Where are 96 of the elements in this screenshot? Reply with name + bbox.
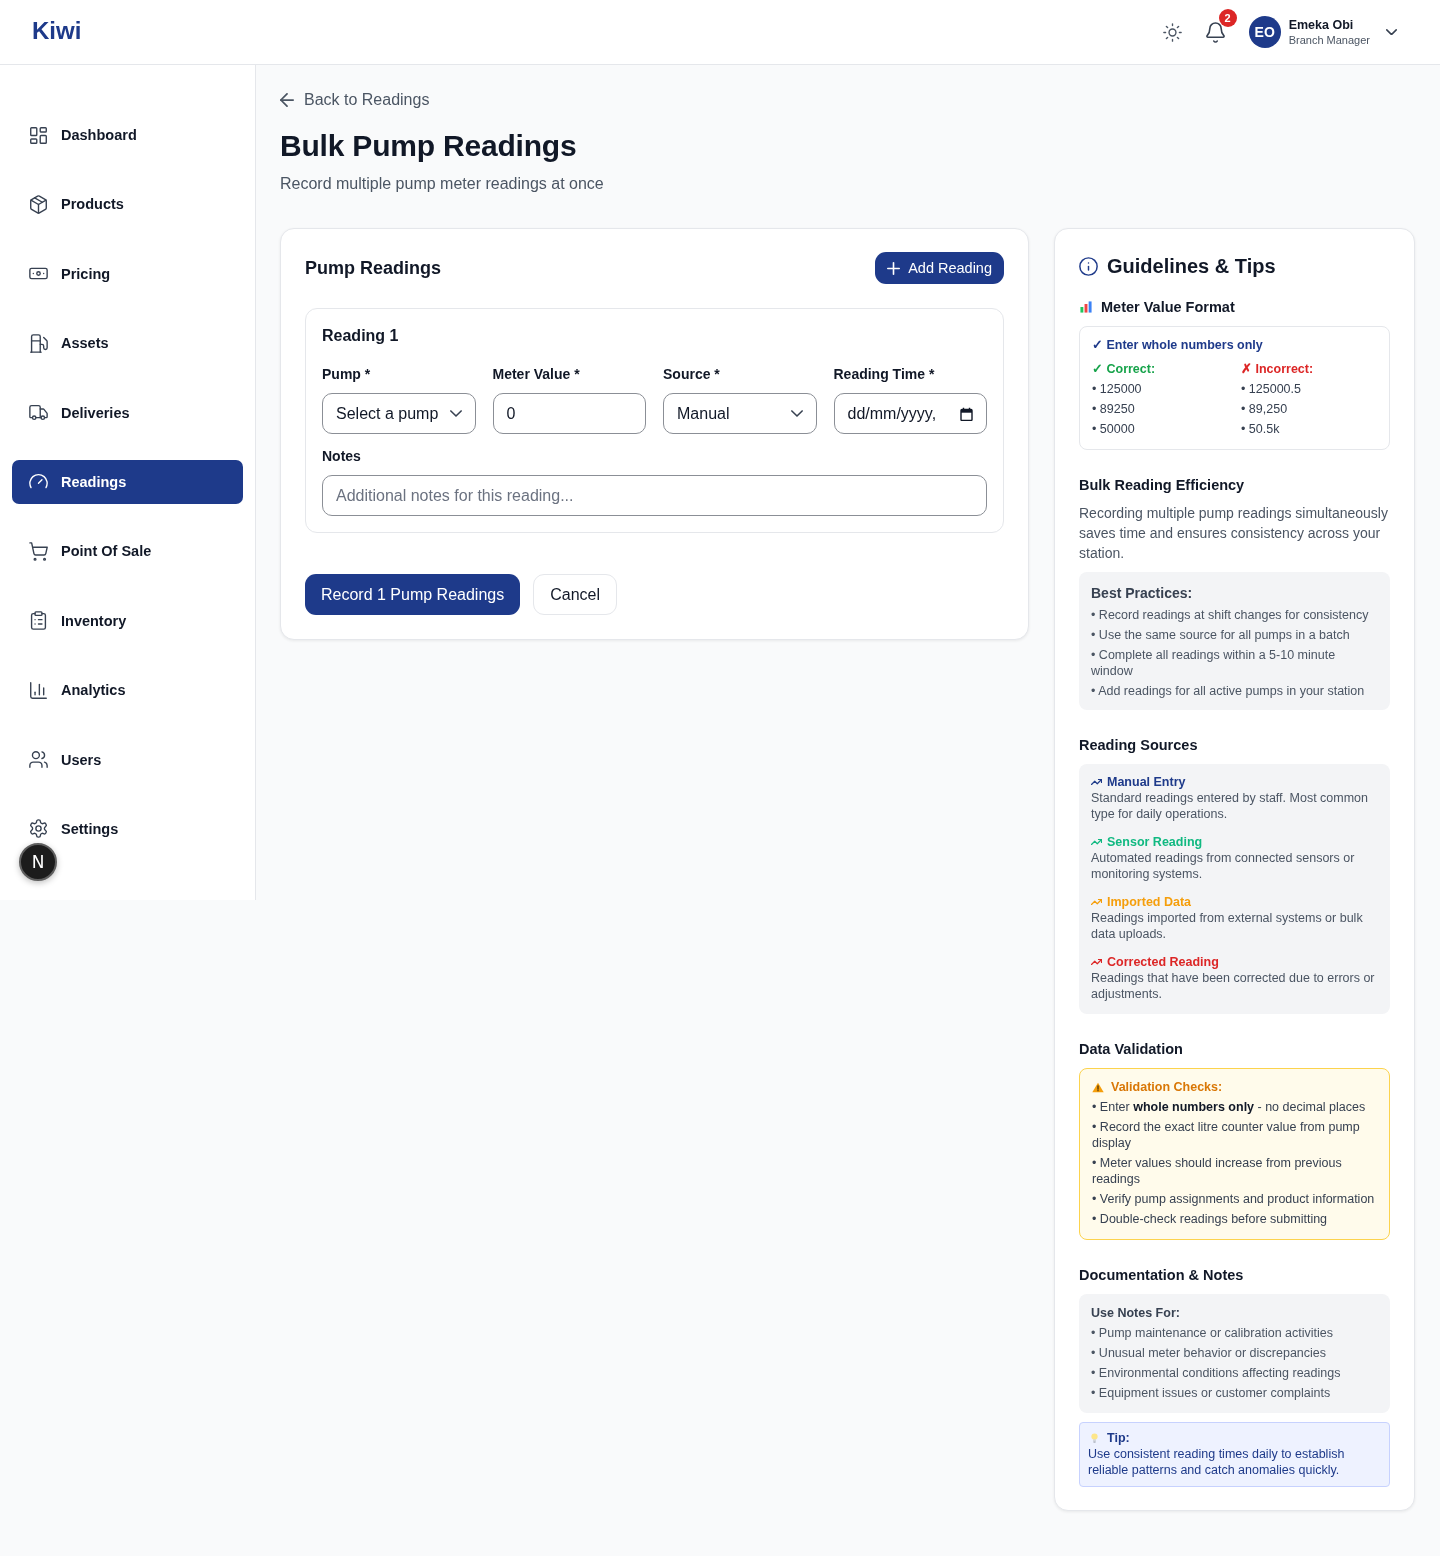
cube-icon bbox=[29, 194, 48, 214]
section-heading: Data Validation bbox=[1079, 1040, 1184, 1059]
list-item: • Verify pump assignments and product information bbox=[1092, 1191, 1376, 1207]
fuel-pump-icon bbox=[29, 333, 48, 353]
settings-icon bbox=[29, 819, 48, 839]
list-item: • Pump maintenance or calibration activities bbox=[1091, 1325, 1334, 1341]
panel-title: Use Notes For: bbox=[1091, 1305, 1181, 1321]
example-value: • 89250 bbox=[1092, 401, 1136, 418]
field-label: Notes bbox=[322, 447, 362, 466]
source-name: Corrected Reading bbox=[1107, 954, 1219, 970]
nav-item[interactable]: Analytics bbox=[12, 668, 243, 713]
tip-text: Use consistent reading times daily to establish reliable patterns and catch anomalies quickly. bbox=[1088, 1446, 1346, 1478]
chevron-down-icon bbox=[790, 410, 803, 417]
field-label: Source * bbox=[663, 365, 721, 384]
notes-field[interactable]: Additional notes for this reading... bbox=[322, 475, 987, 516]
example-heading: ✓ Correct: bbox=[1092, 361, 1157, 377]
page-subtitle: Record multiple pump meter readings at once bbox=[280, 174, 605, 194]
list-item: • Complete all readings within a 5-10 minute window bbox=[1091, 647, 1337, 679]
source-name: Sensor Reading bbox=[1107, 834, 1203, 850]
list-item: • Add readings for all active pumps in your station bbox=[1091, 683, 1366, 699]
select-field[interactable]: Select a pump bbox=[322, 393, 476, 434]
guidelines-title: Guidelines & Tips bbox=[1107, 254, 1276, 279]
chevron-down-icon[interactable] bbox=[1386, 28, 1397, 36]
nav-item[interactable]: Readings bbox=[12, 459, 243, 504]
list-item: • Meter values should increase from previous readings bbox=[1092, 1155, 1343, 1187]
grid-icon bbox=[29, 125, 48, 145]
info-icon bbox=[1079, 256, 1098, 276]
nav-item[interactable]: Point Of Sale bbox=[12, 529, 243, 574]
field-label: Meter Value * bbox=[492, 365, 581, 384]
chevron-down-icon bbox=[449, 410, 462, 417]
list-item: • Enter whole numbers only - no decimal places bbox=[1092, 1099, 1367, 1115]
source-name: Manual Entry bbox=[1107, 774, 1186, 790]
source-description: Readings imported from external systems or bulk data uploads. bbox=[1091, 910, 1364, 942]
add-reading-button[interactable]: Add Reading bbox=[875, 252, 1004, 284]
list-item: • Double-check readings before submitting bbox=[1092, 1211, 1329, 1227]
field-label: Reading Time * bbox=[833, 365, 936, 384]
user-avatar[interactable]: EO bbox=[1248, 16, 1281, 48]
page-title: Bulk Pump Readings bbox=[280, 128, 578, 164]
record-readings-button[interactable]: Record 1 Pump Readings bbox=[305, 574, 521, 615]
clipboard-icon bbox=[29, 611, 48, 631]
field-label: Pump * bbox=[322, 365, 372, 384]
section-text: Recording multiple pump readings simultaneously saves time and ensures consistency across your station. bbox=[1079, 504, 1389, 563]
input-field[interactable]: 0 bbox=[492, 393, 646, 434]
bar-chart-icon bbox=[1080, 301, 1092, 313]
cart-icon bbox=[29, 541, 48, 561]
truck-icon bbox=[29, 403, 48, 423]
warning-icon bbox=[1092, 1081, 1104, 1093]
list-item: • Unusual meter behavior or discrepancies bbox=[1091, 1345, 1328, 1361]
select-field[interactable]: Manual bbox=[663, 393, 817, 434]
reading-title: Reading 1 bbox=[322, 326, 400, 346]
back-link[interactable]: Back to Readings bbox=[280, 89, 430, 111]
list-item: • Equipment issues or customer complaints bbox=[1091, 1385, 1332, 1401]
list-item: • Environmental conditions affecting readings bbox=[1091, 1365, 1342, 1381]
bell-icon[interactable] bbox=[1205, 21, 1225, 43]
date-field[interactable]: dd/mm/yyyy, bbox=[833, 393, 987, 434]
nav-item[interactable]: Deliveries bbox=[12, 390, 243, 435]
users-icon bbox=[29, 750, 48, 769]
lightbulb-icon bbox=[1091, 1433, 1098, 1443]
example-value: • 89,250 bbox=[1241, 401, 1289, 418]
tip-title: Tip: bbox=[1107, 1430, 1130, 1446]
section-heading: Documentation & Notes bbox=[1079, 1266, 1245, 1285]
example-value: • 50000 bbox=[1092, 421, 1136, 438]
notification-badge: 2 bbox=[1218, 8, 1237, 27]
bar-chart-icon bbox=[29, 680, 48, 700]
panel-title: Validation Checks: bbox=[1111, 1079, 1223, 1095]
example-value: • 50.5k bbox=[1241, 421, 1281, 438]
nav-item[interactable]: Users bbox=[12, 737, 243, 782]
user-role: Branch Manager bbox=[1288, 32, 1370, 48]
app-logo[interactable]: Kiwi bbox=[32, 16, 82, 46]
section-heading: Meter Value Format bbox=[1101, 298, 1235, 317]
example-value: • 125000.5 bbox=[1241, 381, 1302, 398]
source-description: Standard readings entered by staff. Most common type for daily operations. bbox=[1091, 790, 1369, 822]
nav-item[interactable]: Products bbox=[12, 182, 243, 227]
section-heading: Reading Sources bbox=[1079, 736, 1199, 755]
calendar-icon bbox=[960, 406, 973, 421]
cancel-button[interactable]: Cancel bbox=[533, 574, 618, 615]
source-name: Imported Data bbox=[1107, 894, 1192, 910]
example-heading: ✗ Incorrect: bbox=[1241, 361, 1315, 377]
plus-icon bbox=[887, 261, 901, 275]
user-name: Emeka Obi bbox=[1288, 16, 1355, 33]
list-item: • Record the exact litre counter value from pump display bbox=[1092, 1119, 1361, 1151]
dev-tools-button[interactable]: N bbox=[19, 843, 57, 881]
nav-item[interactable]: Assets bbox=[12, 321, 243, 366]
sun-icon[interactable] bbox=[1162, 22, 1182, 42]
list-item: • Use the same source for all pumps in a batch bbox=[1091, 627, 1351, 643]
nav-item[interactable]: Dashboard bbox=[12, 113, 243, 157]
section-heading: Bulk Reading Efficiency bbox=[1079, 476, 1246, 495]
source-description: Automated readings from connected sensors or monitoring systems. bbox=[1091, 850, 1356, 882]
panel-title: Best Practices: bbox=[1091, 584, 1194, 603]
format-rule: ✓ Enter whole numbers only bbox=[1092, 337, 1264, 353]
source-description: Readings that have been corrected due to errors or adjustments. bbox=[1091, 970, 1376, 1002]
nav-item[interactable]: Pricing bbox=[12, 251, 243, 296]
example-value: • 125000 bbox=[1092, 381, 1143, 398]
card-title: Pump Readings bbox=[305, 257, 442, 280]
list-item: • Record readings at shift changes for consistency bbox=[1091, 607, 1370, 623]
nav-item[interactable]: Inventory bbox=[12, 598, 243, 643]
